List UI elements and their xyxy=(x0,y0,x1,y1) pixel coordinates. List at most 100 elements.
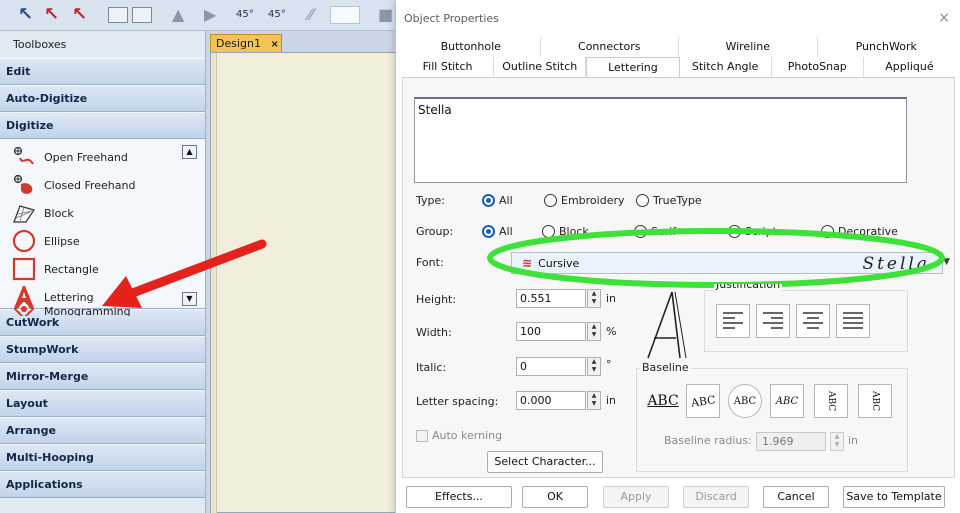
save-to-template-button[interactable]: Save to Template xyxy=(843,486,945,508)
width-label: Width: xyxy=(416,326,452,339)
open-freehand-icon xyxy=(10,145,38,169)
letter-spacing-unit: in xyxy=(606,394,617,407)
baseline-radius-input[interactable]: 1.969 xyxy=(756,432,826,451)
angle-input[interactable] xyxy=(330,6,360,24)
tab-stitch-angle[interactable]: Stitch Angle xyxy=(680,57,772,77)
tab-punchwork[interactable]: PunchWork xyxy=(818,37,956,57)
type-radio-all[interactable]: All xyxy=(482,194,513,207)
letter-spacing-input[interactable]: 0.000 xyxy=(516,391,586,410)
height-input[interactable]: 0.551 xyxy=(516,289,586,308)
toolboxes-title: Toolboxes xyxy=(13,38,67,51)
category-edit[interactable]: Edit xyxy=(0,58,205,85)
width-unit: % xyxy=(606,325,617,338)
document-tab-close-icon[interactable]: × xyxy=(270,39,278,50)
category-multi-hooping[interactable]: Multi-Hooping xyxy=(0,444,205,471)
baseline-circle-button[interactable]: ABC xyxy=(728,384,762,418)
edit-nodes-icon[interactable]: ↖ xyxy=(72,4,87,25)
height-unit: in xyxy=(606,292,617,305)
frame-split-icon[interactable] xyxy=(132,7,152,23)
width-spinner[interactable]: ▲ ▼ xyxy=(587,322,601,341)
highlight-ellipse xyxy=(487,228,945,288)
toolbar-more-icon[interactable]: ■ xyxy=(378,5,393,24)
baseline-straight-icon[interactable]: ABC xyxy=(646,384,680,418)
type-label: Type: xyxy=(416,194,445,207)
mirror-icon[interactable]: ▲ xyxy=(172,5,184,24)
tab-applique[interactable]: Appliqué xyxy=(864,57,955,77)
dialog-title: Object Properties xyxy=(404,12,499,25)
document-tab[interactable]: Design1 × xyxy=(210,34,282,52)
lettering-text-input[interactable]: Stella xyxy=(414,97,907,183)
monogramming-icon xyxy=(10,302,38,316)
category-digitize[interactable]: Digitize xyxy=(0,112,205,139)
category-auto-digitize[interactable]: Auto-Digitize xyxy=(0,85,205,112)
category-stumpwork[interactable]: StumpWork xyxy=(0,336,205,363)
object-properties-dialog: Object Properties × Buttonhole Connector… xyxy=(395,0,960,513)
apply-button[interactable]: Apply xyxy=(603,486,669,508)
tab-outline-stitch[interactable]: Outline Stitch xyxy=(494,57,587,77)
tab-buttonhole[interactable]: Buttonhole xyxy=(402,37,541,57)
effects-button[interactable]: Effects... xyxy=(406,486,512,508)
cancel-button[interactable]: Cancel xyxy=(763,486,829,508)
rotate-icon[interactable]: ▶ xyxy=(204,5,216,24)
baseline-stacked-button[interactable]: ABC xyxy=(858,384,892,418)
italic-spinner[interactable]: ▲ ▼ xyxy=(587,357,601,376)
rotate-left-45[interactable]: 45° xyxy=(236,5,254,24)
baseline-wave-button[interactable]: ABC xyxy=(770,384,804,418)
align-left-button[interactable] xyxy=(716,304,750,338)
category-layout[interactable]: Layout xyxy=(0,390,205,417)
tool-block[interactable]: Block xyxy=(10,200,182,226)
category-applications[interactable]: Applications xyxy=(0,471,205,498)
italic-input[interactable]: 0 xyxy=(516,357,586,376)
italic-unit: ° xyxy=(606,358,612,371)
auto-kerning-checkbox[interactable]: Auto kerning xyxy=(416,429,502,442)
type-radio-embroidery[interactable]: Embroidery xyxy=(544,194,625,207)
category-arrange[interactable]: Arrange xyxy=(0,417,205,444)
tab-fill-stitch[interactable]: Fill Stitch xyxy=(402,57,495,77)
radio-selected-icon xyxy=(482,194,495,207)
document-tab-label: Design1 xyxy=(216,37,261,50)
align-justify-button[interactable] xyxy=(836,304,870,338)
baseline-stacked-icon: ABC xyxy=(870,390,880,412)
reshape-tool-icon[interactable]: ↖ xyxy=(44,4,59,25)
letter-spacing-spinner[interactable]: ▲ ▼ xyxy=(587,391,601,410)
baseline-wave-icon: ABC xyxy=(775,395,799,407)
tab-connectors[interactable]: Connectors xyxy=(541,37,679,57)
height-spinner[interactable]: ▲ ▼ xyxy=(587,289,601,308)
tab-row-bottom: Fill Stitch Outline Stitch Lettering Sti… xyxy=(402,57,955,77)
baseline-title: Baseline xyxy=(640,361,691,374)
radio-icon xyxy=(636,194,649,207)
rotate-right-45[interactable]: 45° xyxy=(268,5,286,24)
baseline-circle-icon: ABC xyxy=(733,395,757,407)
align-right-button[interactable] xyxy=(756,304,790,338)
ellipse-icon xyxy=(10,229,38,253)
height-label: Height: xyxy=(416,293,457,306)
type-radio-truetype[interactable]: TrueType xyxy=(636,194,702,207)
tab-photosnap[interactable]: PhotoSnap xyxy=(772,57,864,77)
baseline-radius-spinner[interactable]: ▲ ▼ xyxy=(830,432,844,451)
baseline-vertical-button[interactable]: ABC xyxy=(814,384,848,418)
block-icon xyxy=(10,201,38,225)
discard-button[interactable]: Discard xyxy=(683,486,749,508)
category-mirror-merge[interactable]: Mirror-Merge xyxy=(0,363,205,390)
tool-open-freehand[interactable]: Open Freehand xyxy=(10,144,182,170)
select-character-button[interactable]: Select Character... xyxy=(487,451,603,473)
tools-scroll-up-button[interactable]: ▲ xyxy=(182,145,197,159)
baseline-arc-top-button[interactable]: ABC xyxy=(686,384,720,418)
tool-closed-freehand[interactable]: Closed Freehand xyxy=(10,172,182,198)
align-center-button[interactable] xyxy=(796,304,830,338)
select-tool-icon[interactable]: ↖ xyxy=(18,4,33,25)
frame-icon[interactable] xyxy=(108,7,128,23)
tab-wireline[interactable]: Wireline xyxy=(679,37,818,57)
dialog-close-icon[interactable]: × xyxy=(938,11,950,25)
font-label: Font: xyxy=(416,256,444,269)
italic-label: Italic: xyxy=(416,361,447,374)
baseline-arc-top-icon: ABC xyxy=(689,392,717,410)
arrow-shaft xyxy=(125,239,267,299)
ok-button[interactable]: OK xyxy=(522,486,588,508)
justification-title: Justification xyxy=(714,284,783,291)
radio-icon xyxy=(544,194,557,207)
baseline-radius-label: Baseline radius: xyxy=(664,434,752,447)
tab-lettering[interactable]: Lettering xyxy=(586,57,680,77)
width-input[interactable]: 100 xyxy=(516,322,586,341)
slant-icon[interactable]: ⁄⁄ xyxy=(308,5,313,24)
